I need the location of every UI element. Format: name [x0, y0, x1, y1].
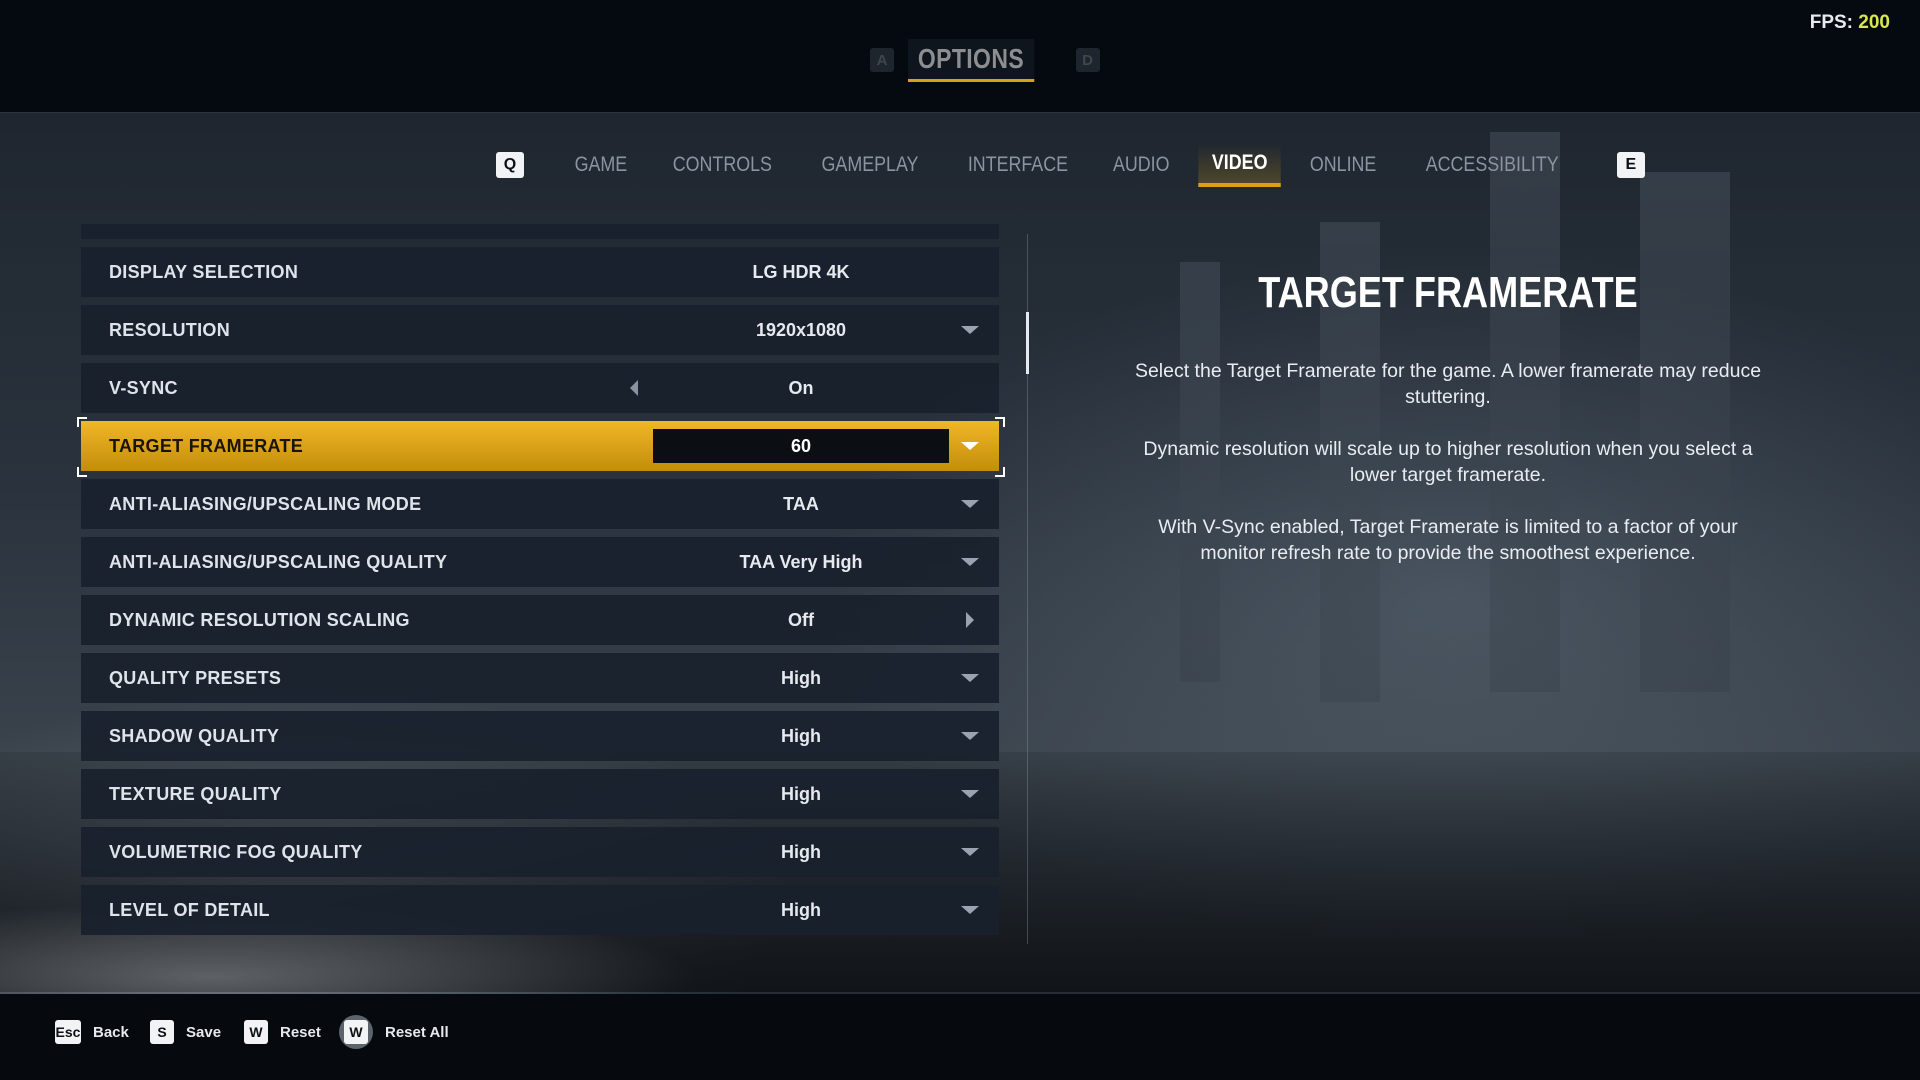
setting-value[interactable]: Off [653, 603, 949, 637]
setting-row-v-sync[interactable]: V-SYNC On [81, 363, 999, 413]
fps-label: FPS: [1809, 12, 1854, 33]
prev-category-key[interactable]: A [870, 48, 894, 72]
tab-accessibility[interactable]: ACCESSIBILITY [1413, 145, 1573, 185]
setting-row-level-of-detail[interactable]: LEVEL OF DETAIL High [81, 885, 999, 935]
setting-value[interactable]: LG HDR 4K [653, 255, 949, 289]
setting-label: ANTI-ALIASING/UPSCALING MODE [109, 493, 422, 514]
setting-description-panel: TARGET FRAMERATE Select the Target Frame… [1130, 268, 1766, 592]
tab-audio[interactable]: AUDIO [1100, 145, 1184, 185]
prev-tab-key[interactable]: Q [496, 152, 524, 178]
setting-row-dynamic-resolution-scaling[interactable]: DYNAMIC RESOLUTION SCALING Off [81, 595, 999, 645]
dropdown-caret-icon[interactable] [961, 442, 979, 450]
setting-label: DYNAMIC RESOLUTION SCALING [109, 609, 410, 630]
back-label: Back [93, 1023, 129, 1041]
selection-corner-tl [77, 417, 87, 427]
setting-label: TEXTURE QUALITY [109, 783, 282, 804]
setting-value[interactable]: 1920x1080 [653, 313, 949, 347]
tab-gameplay[interactable]: GAMEPLAY [807, 145, 931, 185]
setting-label: TARGET FRAMERATE [109, 435, 304, 456]
dropdown-caret-icon[interactable] [961, 848, 979, 856]
dropdown-caret-icon[interactable] [961, 790, 979, 798]
description-paragraph-1: Select the Target Framerate for the game… [1134, 360, 1762, 408]
selection-corner-bl [77, 467, 87, 477]
reset-all-label: Reset All [385, 1023, 449, 1041]
fps-counter: FPS: 200 [1810, 12, 1890, 34]
hold-w-key-icon: W [339, 1015, 373, 1049]
next-category-key[interactable]: D [1075, 48, 1100, 72]
save-label: Save [186, 1023, 222, 1041]
arrow-left-icon[interactable] [630, 380, 638, 396]
setting-label: V-SYNC [109, 377, 178, 398]
setting-label: LEVEL OF DETAIL [109, 899, 270, 920]
setting-value[interactable]: TAA Very High [653, 545, 949, 579]
setting-label: VOLUMETRIC FOG QUALITY [109, 841, 363, 862]
video-settings-list: DISPLAY MODEBorderless FullscreenDISPLAY… [81, 224, 999, 944]
setting-row-target-framerate[interactable]: TARGET FRAMERATE 60 [81, 421, 999, 471]
top-bar: A OPTIONS D FPS: 200 [0, 0, 1920, 113]
dropdown-caret-icon[interactable] [961, 906, 979, 914]
setting-value[interactable]: Borderless Fullscreen [653, 224, 949, 231]
setting-label: SHADOW QUALITY [109, 725, 280, 746]
reset-hint[interactable]: W Reset [244, 1020, 321, 1044]
setting-value[interactable]: High [653, 777, 949, 811]
settings-scrollbar[interactable] [1026, 312, 1029, 374]
fps-value: 200 [1858, 12, 1890, 33]
description-paragraph-2: Dynamic resolution will scale up to high… [1143, 438, 1753, 486]
setting-label: ANTI-ALIASING/UPSCALING QUALITY [109, 551, 448, 572]
setting-value[interactable]: 60 [653, 429, 949, 463]
setting-row-anti-aliasing-upscaling-quality[interactable]: ANTI-ALIASING/UPSCALING QUALITY TAA Very … [81, 537, 999, 587]
tab-interface[interactable]: INTERFACE [954, 145, 1081, 185]
dropdown-caret-icon[interactable] [961, 674, 979, 682]
esc-key-icon: Esc [55, 1020, 81, 1044]
dropdown-caret-icon[interactable] [961, 558, 979, 566]
reset-label: Reset [280, 1023, 321, 1041]
tab-online[interactable]: ONLINE [1297, 145, 1391, 185]
setting-row-quality-presets[interactable]: QUALITY PRESETS High [81, 653, 999, 703]
setting-label: DISPLAY SELECTION [109, 261, 299, 282]
setting-row-texture-quality[interactable]: TEXTURE QUALITY High [81, 769, 999, 819]
tab-game[interactable]: GAME [561, 145, 641, 185]
setting-row-shadow-quality[interactable]: SHADOW QUALITY High [81, 711, 999, 761]
w-key-icon: W [244, 1020, 268, 1044]
dropdown-caret-icon[interactable] [961, 500, 979, 508]
reset-all-hint[interactable]: W Reset All [339, 1015, 449, 1049]
dropdown-caret-icon[interactable] [961, 326, 979, 334]
options-tabs: Q GAME CONTROLS GAMEPLAY INTERFACE AUDIO VIDE… [496, 143, 1645, 187]
setting-row-volumetric-fog-quality[interactable]: VOLUMETRIC FOG QUALITY High [81, 827, 999, 877]
setting-label: QUALITY PRESETS [109, 667, 282, 688]
description-title: TARGET FRAMERATE [1258, 268, 1638, 317]
tab-controls[interactable]: CONTROLS [659, 145, 785, 185]
setting-value[interactable]: High [653, 661, 949, 695]
selection-corner-br [995, 467, 1005, 477]
setting-row-display-selection[interactable]: DISPLAY SELECTION LG HDR 4K [81, 247, 999, 297]
setting-row-resolution[interactable]: RESOLUTION 1920x1080 [81, 305, 999, 355]
selection-corner-tr [995, 417, 1005, 427]
setting-value[interactable]: High [653, 893, 949, 927]
setting-value[interactable]: On [653, 371, 949, 405]
dropdown-caret-icon[interactable] [961, 732, 979, 740]
setting-label: RESOLUTION [109, 319, 231, 340]
back-hint[interactable]: Esc Back [55, 1020, 129, 1044]
arrow-right-icon[interactable] [966, 612, 974, 628]
description-paragraph-3: With V-Sync enabled, Target Framerate is… [1158, 516, 1738, 564]
setting-row-display-mode[interactable]: DISPLAY MODE Borderless Fullscreen [81, 224, 999, 239]
setting-row-anti-aliasing-upscaling-mode[interactable]: ANTI-ALIASING/UPSCALING MODE TAA [81, 479, 999, 529]
page-title: OPTIONS [908, 38, 1034, 82]
setting-value[interactable]: High [653, 835, 949, 869]
save-hint[interactable]: S Save [150, 1020, 221, 1044]
setting-label: DISPLAY MODE [109, 224, 248, 225]
s-key-icon: S [150, 1020, 174, 1044]
tab-video[interactable]: VIDEO [1198, 143, 1281, 187]
setting-value[interactable]: High [653, 719, 949, 753]
next-tab-key[interactable]: E [1616, 152, 1645, 178]
setting-value[interactable]: TAA [653, 487, 949, 521]
options-header: A OPTIONS D [870, 38, 1100, 82]
